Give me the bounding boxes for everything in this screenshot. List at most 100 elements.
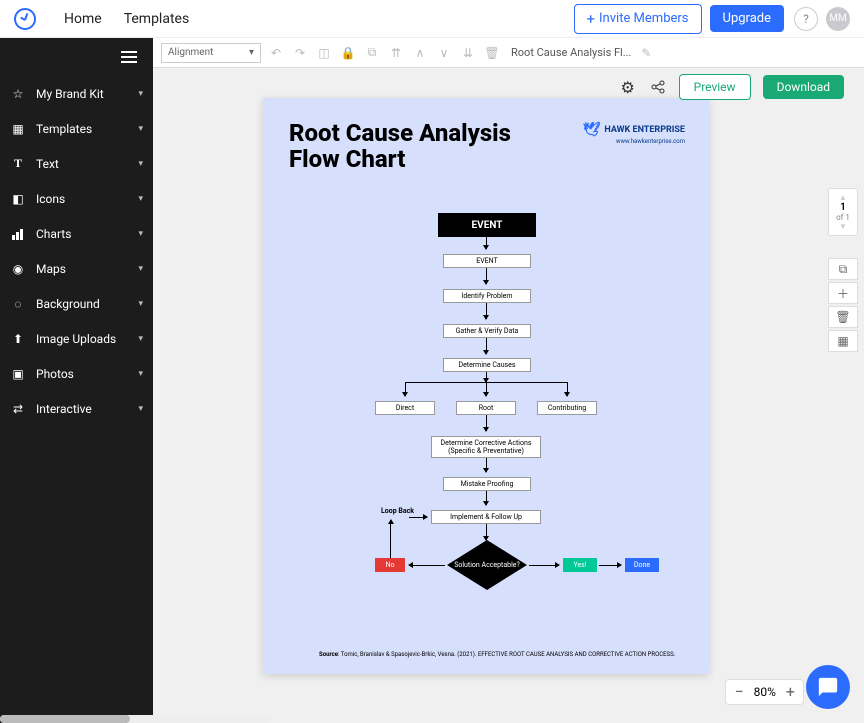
flow-done[interactable]: Done — [625, 558, 659, 572]
sidebar-item-photos[interactable]: ▣ Photos ▾ — [0, 356, 153, 391]
nav-templates[interactable]: Templates — [124, 11, 190, 27]
hawk-icon: 🕊 — [583, 122, 601, 138]
flow-implement[interactable]: Implement & Follow Up — [431, 510, 541, 524]
chevron-down-icon: ▾ — [138, 404, 143, 414]
flow-yes[interactable]: Yes! — [563, 558, 597, 572]
add-page-icon[interactable]: ＋ — [828, 282, 858, 304]
app-logo-icon[interactable] — [14, 8, 36, 30]
chevron-down-icon: ▾ — [138, 89, 143, 99]
bars-icon — [10, 226, 26, 242]
sidebar-item-interactive[interactable]: ⇄ Interactive ▾ — [0, 391, 153, 426]
flow-contributing[interactable]: Contributing — [537, 401, 597, 415]
flow-direct[interactable]: Direct — [375, 401, 435, 415]
invite-label: Invite Members — [599, 11, 689, 26]
preview-button[interactable]: Preview — [679, 74, 751, 100]
page-down-icon[interactable]: ▼ — [829, 222, 857, 231]
chart-title[interactable]: Root Cause AnalysisFlow Chart — [289, 120, 511, 173]
photo-icon: ▣ — [10, 366, 26, 382]
canvas-page[interactable]: Root Cause AnalysisFlow Chart 🕊HAWK ENTE… — [263, 98, 709, 674]
sidebar-item-label: Templates — [36, 122, 92, 136]
flow-no[interactable]: No — [375, 558, 405, 572]
sidebar-item-image-uploads[interactable]: ⬆Image Uploads▾ — [0, 321, 153, 356]
help-icon[interactable]: ? — [794, 7, 818, 31]
grid-view-icon[interactable]: ▦ — [828, 330, 858, 352]
nav-home[interactable]: Home — [64, 11, 102, 27]
user-avatar[interactable]: MM — [826, 7, 850, 31]
send-back-icon[interactable]: ⇊ — [459, 44, 477, 62]
chevron-down-icon: ▾ — [138, 194, 143, 204]
canvas-area[interactable]: Alignment▾ ↶ ↷ ◫ 🔒 ⧉ ⇈ ∧ ∨ ⇊ 🗑 Root Caus… — [153, 38, 864, 723]
duplicate-page-icon[interactable]: ⧉ — [828, 258, 858, 280]
share-icon[interactable] — [649, 78, 667, 96]
upload-icon: ⬆ — [10, 331, 26, 347]
edit-title-icon[interactable]: ✎ — [637, 44, 655, 62]
page-navigator: ▲ 1 of 1 ▼ — [828, 188, 858, 236]
flow-mistake[interactable]: Mistake Proofing — [443, 477, 531, 491]
delete-icon[interactable]: 🗑 — [483, 44, 501, 62]
chevron-down-icon: ▾ — [138, 124, 143, 134]
sidebar-item-label: Charts — [36, 227, 71, 241]
invite-members-button[interactable]: +Invite Members — [574, 4, 702, 34]
alignment-dropdown[interactable]: Alignment▾ — [161, 43, 261, 63]
globe-icon: ◉ — [10, 261, 26, 277]
star-icon: ☆ — [10, 86, 26, 102]
copy-icon[interactable]: ⧉ — [363, 44, 381, 62]
editor-toolbar: Alignment▾ ↶ ↷ ◫ 🔒 ⧉ ⇈ ∧ ∨ ⇊ 🗑 Root Caus… — [153, 38, 864, 68]
undo-icon[interactable]: ↶ — [267, 44, 285, 62]
zoom-control: − 80% + — [725, 679, 804, 705]
page-current: 1 — [829, 202, 857, 213]
sidebar-item-maps[interactable]: ◉ Maps ▾ — [0, 251, 153, 286]
forward-icon[interactable]: ∧ — [411, 44, 429, 62]
sidebar-item-label: Interactive — [36, 402, 92, 416]
chevron-down-icon: ▾ — [138, 159, 143, 169]
flow-gather[interactable]: Gather & Verify Data — [443, 324, 531, 338]
source-citation[interactable]: Source: Tomic, Branislav & Spasojevic-Br… — [319, 651, 675, 658]
chat-fab[interactable] — [806, 665, 850, 709]
backward-icon[interactable]: ∨ — [435, 44, 453, 62]
horizontal-scrollbar[interactable] — [0, 715, 270, 723]
sidebar-item-charts[interactable]: Charts ▾ — [0, 216, 153, 251]
sidebar-item-icons[interactable]: ◧Icons▾ — [0, 181, 153, 216]
flow-decision[interactable]: Solution Acceptable? — [447, 540, 527, 590]
flow-identify[interactable]: Identify Problem — [443, 289, 531, 303]
redo-icon[interactable]: ↷ — [291, 44, 309, 62]
flow-event-main[interactable]: EVENT — [438, 213, 536, 237]
crop-icon[interactable]: ◫ — [315, 44, 333, 62]
chevron-down-icon: ▾ — [249, 47, 254, 58]
sidebar-item-brand-kit[interactable]: ☆ My Brand Kit ▾ — [0, 76, 153, 111]
settings-icon[interactable]: ⚙ — [619, 78, 637, 96]
chevron-down-icon: ▾ — [138, 264, 143, 274]
flow-corrective[interactable]: Determine Corrective Actions (Specific &… — [431, 436, 541, 458]
chevron-down-icon: ▾ — [138, 229, 143, 239]
sidebar-item-label: Photos — [36, 367, 74, 381]
sidebar-item-text[interactable]: TText▾ — [0, 146, 153, 181]
lock-icon[interactable]: 🔒 — [339, 44, 357, 62]
zoom-in-button[interactable]: + — [786, 684, 795, 700]
bring-front-icon[interactable]: ⇈ — [387, 44, 405, 62]
grid-icon: ▦ — [10, 121, 26, 137]
hamburger-icon[interactable] — [0, 38, 153, 76]
sidebar-item-background[interactable]: ◌Background▾ — [0, 286, 153, 321]
brand-logo[interactable]: 🕊HAWK ENTERPRISE www.hawkenterprise.com — [583, 122, 685, 145]
page-up-icon[interactable]: ▲ — [829, 193, 857, 202]
document-title: Root Cause Analysis Fl... — [511, 46, 631, 59]
shapes-icon: ◧ — [10, 191, 26, 207]
sidebar-item-label: Maps — [36, 262, 66, 276]
flow-event[interactable]: EVENT — [443, 254, 531, 268]
brand-name: HAWK ENTERPRISE — [604, 125, 685, 135]
zoom-out-button[interactable]: − — [734, 684, 743, 700]
flow-determine[interactable]: Determine Causes — [443, 358, 531, 372]
chevron-down-icon: ▾ — [138, 334, 143, 344]
chevron-down-icon: ▾ — [138, 299, 143, 309]
delete-page-icon[interactable]: 🗑 — [828, 306, 858, 328]
sidebar-item-label: My Brand Kit — [36, 87, 104, 101]
download-button[interactable]: Download — [763, 75, 844, 99]
loop-back-label[interactable]: Loop Back — [381, 507, 414, 515]
sidebar-item-templates[interactable]: ▦ Templates ▾ — [0, 111, 153, 146]
chevron-down-icon: ▾ — [138, 369, 143, 379]
flow-root[interactable]: Root — [456, 401, 516, 415]
shuffle-icon: ⇄ — [10, 401, 26, 417]
page-total: of 1 — [829, 213, 857, 222]
brand-url: www.hawkenterprise.com — [583, 138, 685, 145]
upgrade-button[interactable]: Upgrade — [710, 5, 784, 32]
